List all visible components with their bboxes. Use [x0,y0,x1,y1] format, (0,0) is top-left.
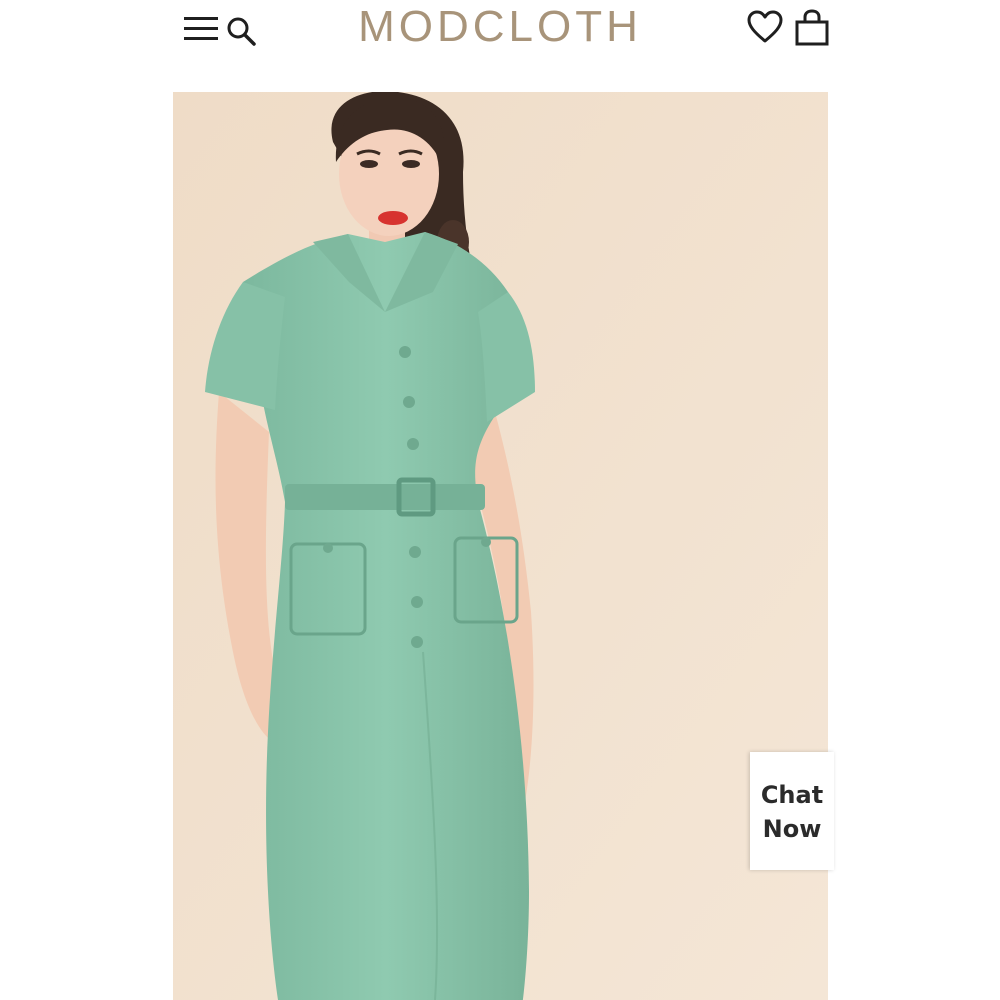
search-icon[interactable] [226,14,258,46]
hamburger-menu-icon[interactable] [184,15,218,43]
product-photo [173,92,828,1000]
product-image[interactable] [173,92,828,1000]
chat-now-button[interactable]: Chat Now [750,752,834,870]
heart-icon[interactable] [746,9,784,45]
shopping-bag-icon[interactable] [792,7,832,47]
brand-logo[interactable]: MODCLOTH [300,2,700,52]
chat-now-label-line2: Now [762,815,822,843]
top-nav-bar: MODCLOTH [0,0,1000,60]
chat-now-label-line1: Chat [760,781,824,809]
